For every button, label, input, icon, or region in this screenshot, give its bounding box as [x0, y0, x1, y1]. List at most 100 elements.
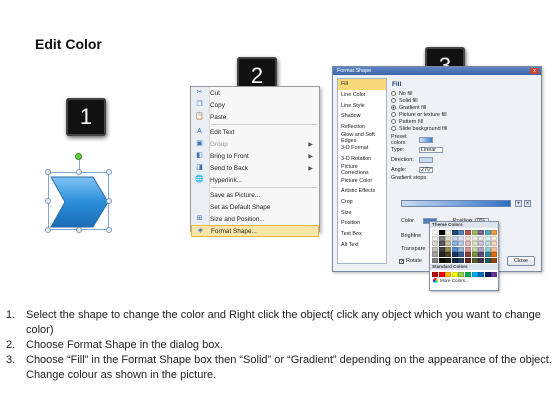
radio-button[interactable] [391, 98, 396, 103]
color-swatch[interactable] [471, 241, 478, 247]
color-swatch[interactable] [464, 235, 471, 241]
color-swatch[interactable] [478, 235, 485, 241]
menu-item-size-and-position[interactable]: ⊞ Size and Position... [191, 213, 319, 225]
gradient-stops-bar[interactable] [401, 200, 511, 207]
color-swatch[interactable] [458, 271, 465, 277]
color-swatch[interactable] [458, 257, 465, 263]
color-swatch[interactable] [451, 271, 458, 277]
close-icon[interactable]: x [530, 68, 539, 74]
nav-item-3-d-format[interactable]: 3-D Format [338, 143, 386, 154]
color-swatch[interactable] [471, 257, 478, 263]
color-swatch[interactable] [458, 235, 465, 241]
nav-item-crop[interactable]: Crop [338, 197, 386, 208]
rotate-checkbox[interactable]: ✓ [399, 258, 404, 264]
color-swatch[interactable] [478, 271, 485, 277]
rotation-handle[interactable] [75, 153, 82, 160]
color-swatch[interactable] [458, 241, 465, 247]
color-swatch[interactable] [451, 252, 458, 258]
menu-item-send-to-back[interactable]: ◨ Send to Back ▶ [191, 162, 319, 174]
menu-item-hyperlink[interactable]: 🌐 Hyperlink... [191, 174, 319, 186]
menu-item-edit-text[interactable]: A Edit Text [191, 126, 319, 138]
color-swatch[interactable] [484, 271, 491, 277]
color-swatch[interactable] [464, 246, 471, 252]
resize-handle-bm[interactable] [76, 227, 82, 233]
resize-handle-tr[interactable] [106, 169, 112, 175]
radio-button[interactable] [391, 105, 396, 110]
color-swatch[interactable] [471, 246, 478, 252]
chevron-arrow-shape[interactable] [49, 173, 110, 231]
menu-item-cut[interactable]: ✂ Cut [191, 87, 319, 99]
color-swatch[interactable] [445, 230, 452, 235]
color-swatch[interactable] [484, 257, 491, 263]
color-swatch[interactable] [432, 241, 438, 247]
color-swatch[interactable] [471, 230, 478, 235]
color-swatch[interactable] [438, 235, 445, 241]
fill-option-picture-or-texture-fill[interactable]: Picture or texture fill [391, 111, 539, 118]
type-dropdown[interactable]: Linear [419, 146, 443, 153]
color-swatch[interactable] [478, 252, 485, 258]
color-swatch[interactable] [458, 246, 465, 252]
color-swatch[interactable] [451, 230, 458, 235]
color-swatch[interactable] [438, 241, 445, 247]
color-swatch[interactable] [445, 252, 452, 258]
color-swatch[interactable] [445, 241, 452, 247]
menu-item-save-as-picture[interactable]: Save as Picture... [191, 189, 319, 201]
color-swatch[interactable] [464, 257, 471, 263]
color-swatch[interactable] [458, 230, 465, 235]
fill-option-pattern-fill[interactable]: Pattern fill [391, 118, 539, 125]
menu-item-bring-to-front[interactable]: ◧ Bring to Front ▶ [191, 150, 319, 162]
color-swatch[interactable] [438, 257, 445, 263]
fill-option-gradient-fill[interactable]: Gradient fill [391, 104, 539, 111]
menu-item-format-shape[interactable]: ◈ Format Shape... [191, 225, 319, 237]
radio-button[interactable] [391, 91, 396, 96]
nav-item-line-style[interactable]: Line Style [338, 100, 386, 111]
color-swatch[interactable] [445, 271, 452, 277]
color-swatch[interactable] [432, 271, 438, 277]
color-swatch[interactable] [438, 246, 445, 252]
radio-button[interactable] [391, 126, 396, 131]
color-swatch[interactable] [471, 235, 478, 241]
close-button[interactable]: Close [507, 256, 535, 266]
nav-item-shadow[interactable]: Shadow [338, 111, 386, 122]
color-swatch[interactable] [491, 241, 498, 247]
selected-shape[interactable] [44, 150, 114, 233]
color-swatch[interactable] [484, 230, 491, 235]
nav-item-fill[interactable]: Fill [338, 79, 386, 90]
radio-button[interactable] [391, 112, 396, 117]
nav-item-glow-and-soft-edges[interactable]: Glow and Soft Edges [338, 132, 386, 144]
color-swatch[interactable] [438, 252, 445, 258]
resize-handle-bl[interactable] [45, 227, 51, 233]
menu-item-copy[interactable]: ❐ Copy [191, 99, 319, 111]
resize-handle-tl[interactable] [45, 169, 51, 175]
color-swatch[interactable] [491, 257, 498, 263]
color-swatch[interactable] [464, 241, 471, 247]
resize-handle-mr[interactable] [106, 198, 112, 204]
color-swatch[interactable] [491, 271, 498, 277]
color-swatch[interactable] [438, 271, 445, 277]
color-swatch[interactable] [458, 252, 465, 258]
menu-item-paste[interactable]: 📋 Paste [191, 111, 319, 123]
remove-stop-button[interactable]: × [524, 200, 531, 207]
fill-option-slide-background-fill[interactable]: Slide background fill [391, 125, 539, 132]
color-swatch[interactable] [432, 246, 438, 252]
color-swatch[interactable] [451, 246, 458, 252]
color-swatch[interactable] [445, 246, 452, 252]
angle-input[interactable]: 270° [419, 166, 433, 173]
color-swatch[interactable] [478, 246, 485, 252]
nav-item-artistic-effects[interactable]: Artistic Effects [338, 186, 386, 197]
color-swatch[interactable] [471, 252, 478, 258]
color-swatch[interactable] [491, 252, 498, 258]
color-swatch[interactable] [471, 271, 478, 277]
color-swatch[interactable] [432, 252, 438, 258]
resize-handle-br[interactable] [106, 227, 112, 233]
color-swatch[interactable] [491, 235, 498, 241]
color-swatch[interactable] [478, 230, 485, 235]
color-swatch[interactable] [491, 230, 498, 235]
nav-item-text-box[interactable]: Text Box [338, 229, 386, 240]
nav-item-position[interactable]: Position [338, 218, 386, 229]
color-swatch[interactable] [451, 257, 458, 263]
nav-item-size[interactable]: Size [338, 207, 386, 218]
color-swatch[interactable] [464, 252, 471, 258]
color-swatch[interactable] [478, 241, 485, 247]
nav-item-picture-color[interactable]: Picture Color [338, 175, 386, 186]
